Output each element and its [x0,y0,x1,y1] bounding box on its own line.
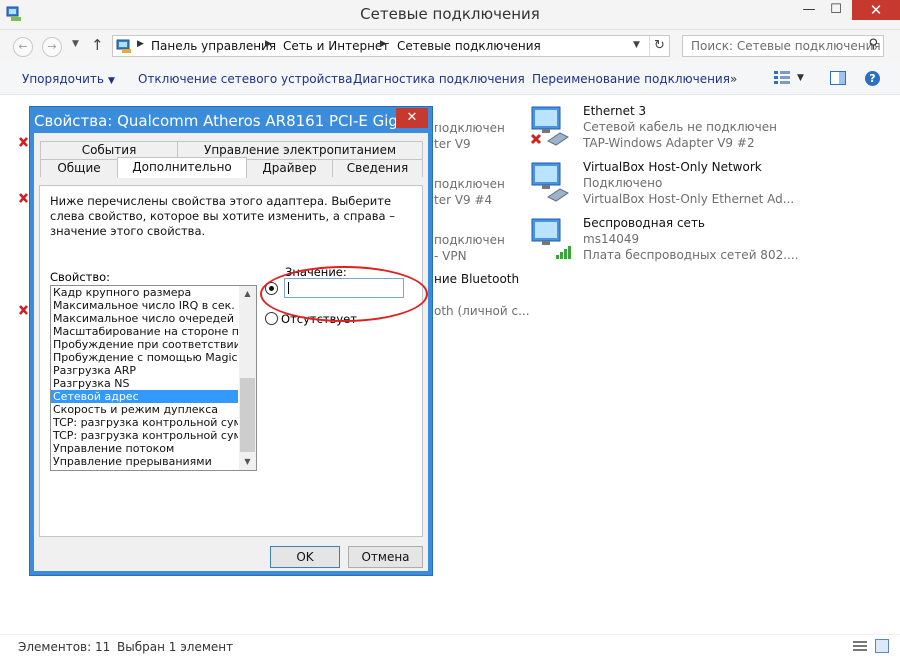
property-list-item[interactable]: Управление прерываниями [51,455,238,468]
scrollbar-thumb[interactable] [240,378,255,452]
connection-name: VirtualBox Host-Only Network [583,160,762,174]
connection-name: Ethernet 3 [583,104,647,118]
status-bar: Элементов: 11 Выбран 1 элемент [0,634,900,660]
rename-button[interactable]: Переименование подключения [532,72,730,86]
details-view-icon[interactable] [853,640,867,652]
view-options-icon[interactable] [774,71,790,85]
chevron-down-icon[interactable]: ▼ [797,73,804,83]
property-list-item[interactable]: TCP: разгрузка контрольной суммы (IPv4) [51,416,238,429]
item-count: Элементов: 11 [18,640,111,654]
connection-name: ние Bluetooth [434,272,520,286]
up-button[interactable]: ↑ [91,36,104,54]
properties-dialog: Свойства: Qualcomm Atheros AR8161 PCI-E … [29,106,446,576]
property-list-item[interactable]: Управление потоком [51,442,238,455]
cancel-button[interactable]: Отмена [348,546,423,568]
search-input[interactable]: Поиск: Сетевые подключения ⚲ [682,35,884,57]
tab-general[interactable]: Общие [40,159,118,177]
diagnose-button[interactable]: Диагностика подключения [353,72,525,86]
organize-label: Упорядочить [22,72,104,86]
connection-status: Сетевой кабель не подключен [583,120,777,134]
annotation-ellipse [260,266,428,322]
address-box[interactable]: ▶ Панель управления ▶ Сеть и Интернет ▶ … [112,35,670,57]
connection-device: Плата беспроводных сетей 802.... [583,248,799,262]
property-list-item[interactable]: TCP: разгрузка контрольной суммы (IPv6) [51,429,238,442]
scroll-down-arrow-icon[interactable]: ▼ [239,454,256,470]
close-button[interactable]: ✕ [852,0,900,20]
connection-status: Подключено [583,176,663,190]
recent-locations-dropdown[interactable]: ▼ [72,39,79,49]
breadcrumb-separator[interactable]: ▶ [380,39,387,49]
breadcrumb-separator[interactable]: ▶ [137,39,144,49]
breadcrumb-control-panel[interactable]: Панель управления [151,39,276,53]
chevron-down-icon: ▼ [107,76,115,86]
property-list-item[interactable]: Максимальное число IRQ в сек. [51,299,238,312]
dialog-title: Свойства: Qualcomm Atheros AR8161 PCI-E … [34,112,446,130]
property-list-item[interactable]: Разгрузка ARP [51,364,238,377]
breadcrumb-separator[interactable]: ▶ [265,39,272,49]
property-list[interactable]: Кадр крупного размера Максимальное число … [50,285,257,471]
window-title: Сетевые подключения [360,5,540,23]
connection-status: подключен [434,177,505,191]
connection-device: - VPN [434,249,467,263]
connection-status: ms14049 [583,232,640,246]
property-label: Свойство: [50,270,111,284]
property-list-item[interactable]: Масштабирование на стороне приема [51,325,238,338]
disable-device-button[interactable]: Отключение сетевого устройства [138,72,352,86]
chevron-down-icon[interactable]: ▼ [633,40,640,50]
property-list-item[interactable]: Пробуждение при соответствии шаблону [51,338,238,351]
connection-device: ter V9 #4 [434,193,493,207]
dialog-close-button[interactable]: ✕ [396,108,428,128]
control-panel-icon [116,39,131,53]
connection-device: VirtualBox Host-Only Ethernet Ad... [583,192,795,206]
connection-device: TAP-Windows Adapter V9 #2 [583,136,755,150]
large-icons-view-icon[interactable] [875,639,889,653]
search-placeholder: Поиск: Сетевые подключения [691,39,881,53]
connection-device: ter V9 [434,137,471,151]
command-bar: Упорядочить ▼ Отключение сетевого устройс… [0,62,900,95]
selection-count: Выбран 1 элемент [117,640,234,654]
network-adapter-disconnected-icon [530,106,569,146]
dialog-body: События Управление электропитанием Общие… [34,133,428,571]
absent-radio[interactable] [265,312,278,325]
tab-driver[interactable]: Драйвер [246,159,333,177]
breadcrumb-network-internet[interactable]: Сеть и Интернет [283,39,389,53]
forward-button[interactable]: → [42,37,62,57]
help-icon[interactable]: ? [865,71,880,86]
property-list-scrollbar[interactable]: ▲ ▼ [239,286,256,470]
property-list-item[interactable]: Кадр крупного размера [51,286,238,299]
property-list-item[interactable]: Максимальное число очередей RSS [51,312,238,325]
organize-button[interactable]: Упорядочить ▼ [22,72,115,86]
property-list-item[interactable]: Пробуждение с помощью Magic Packet [51,351,238,364]
search-icon[interactable]: ⚲ [868,37,878,52]
advanced-tab-panel: Ниже перечислены свойства этого адаптера… [39,185,428,537]
connection-status: подключен [434,233,505,247]
tab-details[interactable]: Сведения [332,159,423,177]
ok-button[interactable]: OK [270,546,340,568]
scroll-up-arrow-icon[interactable]: ▲ [239,286,256,302]
property-list-item[interactable]: Скорость и режим дуплекса [51,403,238,416]
preview-pane-icon[interactable] [830,71,846,85]
maximize-button[interactable]: ☐ [823,0,849,22]
connection-device: oth (личной с... [434,304,530,318]
address-bar: ← → ▼ ↑ ▶ Панель управления ▶ Сеть и Инт… [0,30,900,62]
breadcrumb-network-connections[interactable]: Сетевые подключения [397,39,541,53]
property-list-item[interactable]: Разгрузка NS [51,377,238,390]
description-text: Ниже перечислены свойства этого адаптера… [50,194,395,238]
back-button[interactable]: ← [13,37,33,57]
tab-advanced[interactable]: Дополнительно [117,157,247,178]
more-commands-button[interactable]: » [730,72,737,86]
property-list-item[interactable]: Сетевой адрес [51,390,238,403]
network-adapter-icon [531,162,569,202]
minimize-button[interactable]: — [795,0,823,22]
connection-name: Беспроводная сеть [583,216,706,230]
refresh-button[interactable]: ↻ [649,36,669,56]
wireless-adapter-icon [531,218,571,259]
window-titlebar: Сетевые подключения — ☐ ✕ [0,0,900,30]
